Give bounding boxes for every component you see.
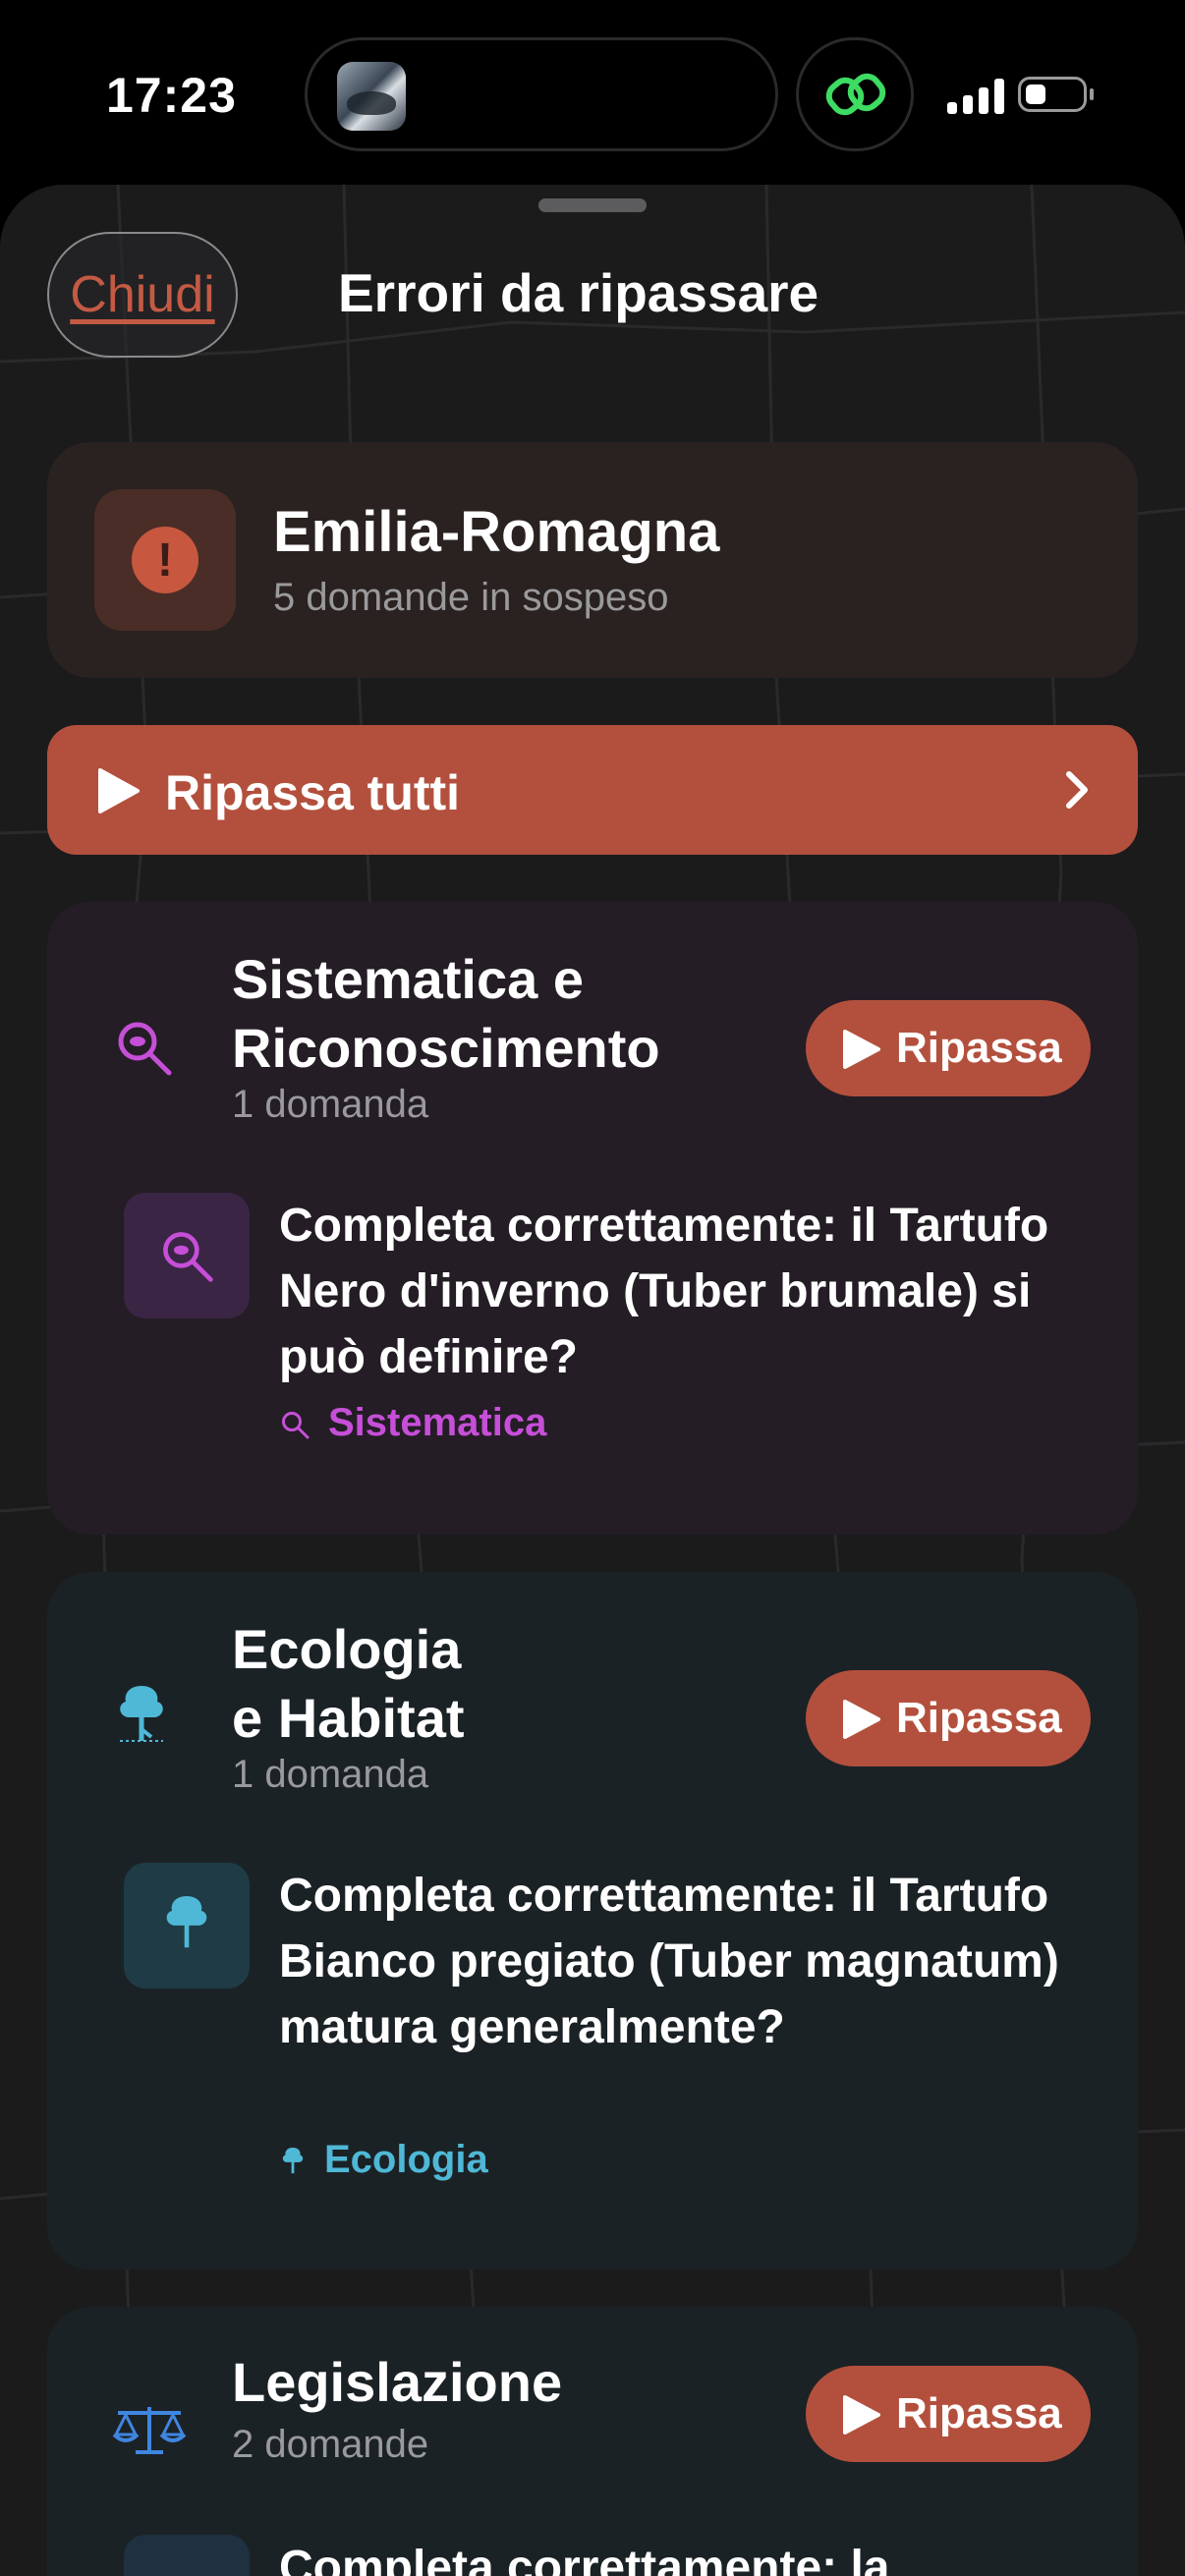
category-title-line-1: Sistematica e [232, 948, 584, 1010]
play-icon [843, 1030, 880, 1069]
link-icon [825, 73, 886, 116]
chevron-right-icon [1066, 771, 1088, 809]
region-icon-tile: ! [94, 489, 236, 631]
question-tag: Sistematica [279, 1401, 546, 1445]
question-text: Completa correttamente: la [279, 2542, 890, 2576]
review-all-label: Ripassa tutti [165, 765, 461, 820]
play-icon [843, 2395, 880, 2435]
close-button[interactable]: Chiudi [47, 232, 238, 358]
sheet-title: Errori da ripassare [338, 262, 819, 323]
category-title: Legislazione [232, 2348, 562, 2417]
region-pending-count: 5 domande in sospeso [273, 576, 669, 619]
errors-sheet: Chiudi Errori da ripassare ! Emilia-Roma… [0, 185, 1185, 2576]
category-card-ecologia: Ecologia e Habitat 1 domanda Ripassa Com… [47, 1572, 1138, 2269]
category-count: 1 domanda [232, 1753, 429, 1796]
tree-icon [120, 1686, 163, 1742]
ripassa-button-label: Ripassa [896, 1024, 1062, 1072]
ripassa-button-label: Ripassa [896, 1694, 1062, 1742]
ripassa-button[interactable]: Ripassa [806, 1670, 1091, 1766]
status-bar: 17:23 [0, 0, 1185, 187]
exclamation-icon: ! [132, 527, 198, 593]
question-tag: Ecologia [279, 2138, 488, 2182]
ripassa-button[interactable]: Ripassa [806, 2366, 1091, 2462]
category-title-line-1: Legislazione [232, 2351, 563, 2413]
sheet-grabber[interactable] [538, 198, 647, 212]
screen: 17:23 Chiudi Errori da ripassare ! Emili… [0, 0, 1185, 2576]
ripassa-button[interactable]: Ripassa [806, 1000, 1091, 1096]
category-title: Sistematica e Riconoscimento [232, 945, 660, 1083]
region-card: ! Emilia-Romagna 5 domande in sospeso [47, 442, 1138, 678]
live-activity-thumbnail [337, 62, 406, 131]
question-text: Completa correttamente: il Tartufo Nero … [279, 1200, 1049, 1383]
question-tag-label: Sistematica [328, 1401, 547, 1444]
scales-icon [112, 2407, 187, 2454]
magnifier-icon [282, 1412, 310, 1439]
category-card-legislazione: Legislazione 2 domande Ripassa Completa … [47, 2307, 1138, 2576]
category-title-line-2: Riconoscimento [232, 1017, 660, 1079]
tree-icon [282, 2148, 304, 2174]
category-count: 1 domanda [232, 1083, 429, 1126]
link-activity-pill[interactable] [796, 37, 914, 151]
review-all-button[interactable]: Ripassa tutti [47, 725, 1138, 855]
question-item[interactable]: Completa correttamente: il Tartufo Nero … [124, 1193, 1106, 1487]
play-icon [98, 768, 140, 813]
question-item[interactable]: Completa correttamente: il Tartufo Bianc… [124, 1863, 1106, 2226]
question-text: Completa correttamente: il Tartufo Bianc… [279, 1870, 1059, 2053]
play-icon [843, 1700, 880, 1739]
category-title: Ecologia e Habitat [232, 1615, 465, 1753]
dynamic-island[interactable] [305, 37, 778, 151]
category-count: 2 domande [232, 2423, 429, 2466]
region-name: Emilia-Romagna [273, 500, 720, 564]
question-tag-label: Ecologia [324, 2138, 488, 2181]
status-time: 17:23 [106, 68, 237, 123]
category-title-line-1: Ecologia [232, 1618, 462, 1680]
category-title-line-2: e Habitat [232, 1687, 465, 1749]
category-card-sistematica: Sistematica e Riconoscimento 1 domanda R… [47, 902, 1138, 1535]
magnifier-icon [118, 1022, 172, 1076]
question-item[interactable]: Completa correttamente: la [124, 2535, 1106, 2576]
question-icon-tile [124, 2535, 250, 2576]
magnifier-icon [163, 1232, 213, 1282]
cellular-signal-icon [947, 79, 1004, 114]
question-icon-tile [124, 1193, 250, 1318]
ripassa-button-label: Ripassa [896, 2389, 1062, 2437]
tree-icon [166, 1896, 207, 1948]
question-icon-tile [124, 1863, 250, 1988]
battery-icon [1018, 77, 1094, 112]
